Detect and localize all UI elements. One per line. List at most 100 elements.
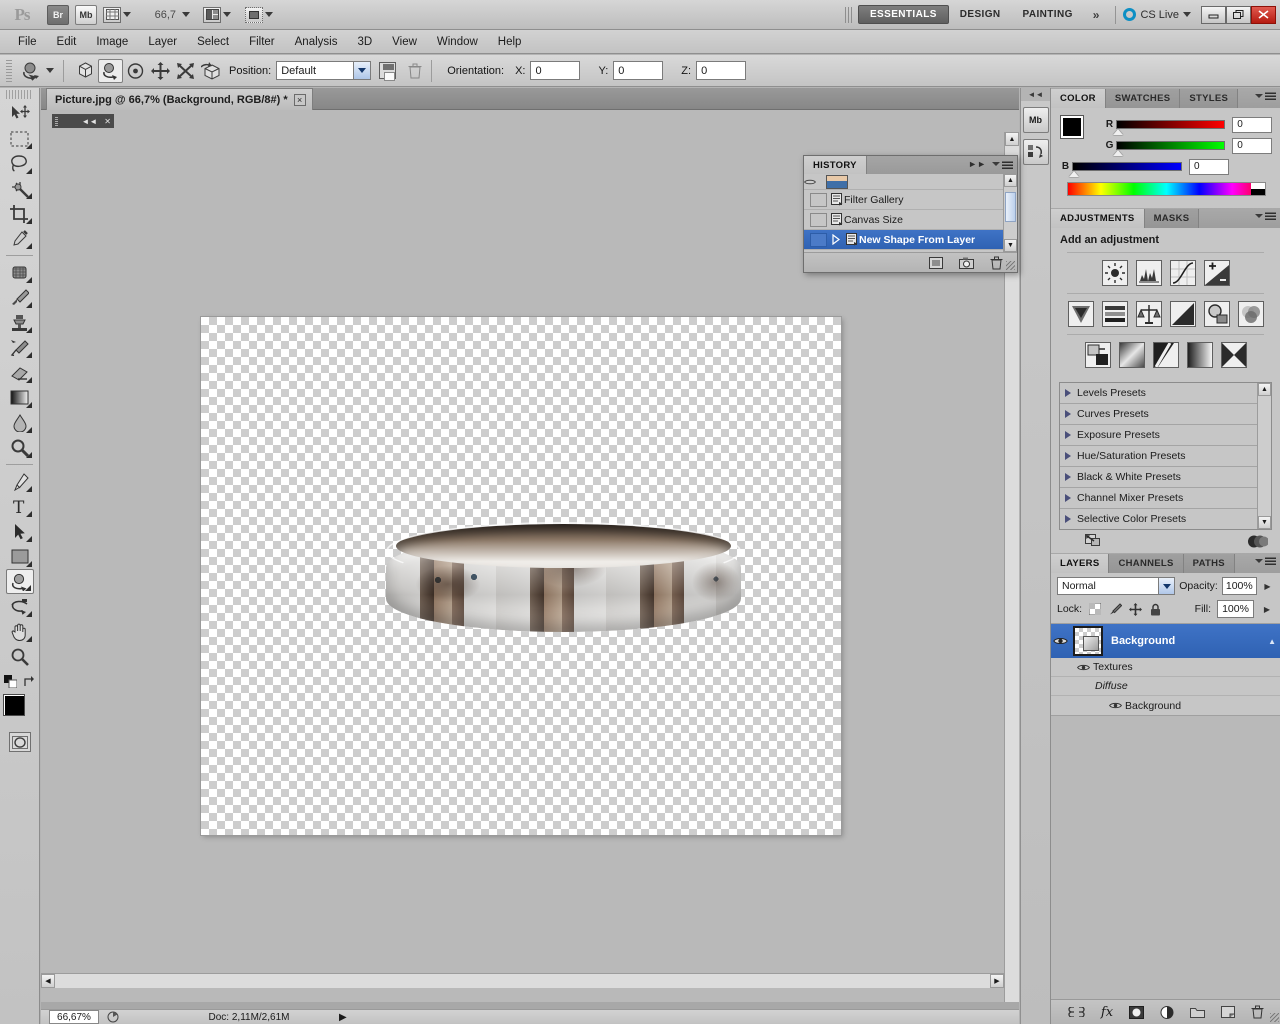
- layer-row-background[interactable]: Background ▲: [1051, 624, 1280, 658]
- toggle-layer-visibility-icon[interactable]: [1248, 535, 1268, 548]
- new-group-icon[interactable]: [1190, 1006, 1206, 1018]
- adjustment-presets-list[interactable]: Levels Presets Curves Presets Exposure P…: [1059, 382, 1272, 530]
- channel-mixer-icon[interactable]: [1237, 301, 1264, 327]
- menu-window[interactable]: Window: [427, 33, 488, 51]
- history-source-checkbox[interactable]: [810, 212, 827, 227]
- preset-selective-color[interactable]: Selective Color Presets: [1060, 509, 1257, 529]
- black-white-icon[interactable]: [1169, 301, 1196, 327]
- tools-panel-grip[interactable]: [6, 90, 33, 99]
- channel-b-thumb[interactable]: [1069, 171, 1079, 177]
- channel-r-thumb[interactable]: [1112, 129, 1123, 135]
- lock-image-pixels-icon[interactable]: [1108, 602, 1122, 616]
- history-scroll-up-icon[interactable]: ▲: [1004, 174, 1017, 187]
- menu-edit[interactable]: Edit: [47, 33, 87, 51]
- eraser-tool[interactable]: [6, 360, 34, 385]
- layers-panel-menu-button[interactable]: [1255, 556, 1276, 565]
- default-colors-icon[interactable]: [4, 675, 17, 688]
- photo-filter-icon[interactable]: [1203, 301, 1230, 327]
- 3d-widget-close-icon[interactable]: ✕: [104, 117, 111, 126]
- save-position-button[interactable]: [379, 62, 397, 81]
- snapshot-eye-icon[interactable]: [804, 178, 822, 186]
- vibrance-icon[interactable]: [1067, 301, 1094, 327]
- gradient-tool[interactable]: [6, 385, 34, 410]
- arrange-documents-button[interactable]: [202, 5, 232, 25]
- presets-scroll-up-icon[interactable]: ▲: [1258, 383, 1271, 396]
- cs-live-button[interactable]: CS Live: [1123, 8, 1191, 21]
- preset-curves[interactable]: Curves Presets: [1060, 404, 1257, 425]
- opacity-value[interactable]: 100%: [1221, 577, 1257, 595]
- canvas-horizontal-scrollbar[interactable]: ◀ ▶: [41, 973, 1004, 988]
- position-select[interactable]: Default: [276, 61, 372, 80]
- scroll-right-arrow-icon[interactable]: ▶: [990, 974, 1004, 988]
- workspace-painting[interactable]: PAINTING: [1012, 5, 1084, 24]
- exposure-icon[interactable]: [1203, 260, 1230, 286]
- 3d-widget-collapse-icon[interactable]: ◄◄: [81, 117, 97, 126]
- path-selection-tool[interactable]: [6, 519, 34, 544]
- lock-position-icon[interactable]: [1128, 602, 1142, 616]
- 3d-object-rotate-tool[interactable]: [5, 569, 34, 594]
- layer-sub-diffuse[interactable]: Diffuse: [1051, 677, 1280, 696]
- history-scroll-down-icon[interactable]: ▼: [1004, 239, 1017, 252]
- workspace-overflow-icon[interactable]: »: [1084, 8, 1109, 22]
- tab-history[interactable]: HISTORY: [804, 156, 867, 174]
- history-brush-tool[interactable]: [6, 335, 34, 360]
- new-layer-icon[interactable]: [1221, 1006, 1236, 1018]
- image-canvas[interactable]: [201, 317, 841, 835]
- history-scroll-thumb[interactable]: [1005, 192, 1016, 222]
- menu-layer[interactable]: Layer: [138, 33, 187, 51]
- color-panel-foreground-swatch[interactable]: [1060, 115, 1084, 139]
- color-panel-swatches[interactable]: [1060, 115, 1097, 150]
- presets-scroll-down-icon[interactable]: ▼: [1258, 516, 1271, 529]
- lock-all-icon[interactable]: [1148, 602, 1162, 616]
- 3d-ring-object[interactable]: [386, 522, 741, 632]
- menu-select[interactable]: Select: [187, 33, 239, 51]
- channel-g-slider[interactable]: [1112, 141, 1226, 156]
- delete-position-button[interactable]: [408, 63, 422, 79]
- menu-filter[interactable]: Filter: [239, 33, 285, 51]
- 3d-roll-button[interactable]: [98, 58, 123, 83]
- delete-state-icon[interactable]: [990, 256, 1003, 270]
- channel-b-slider[interactable]: [1069, 162, 1182, 177]
- history-state-new-shape-from-layer[interactable]: New Shape From Layer: [804, 230, 1017, 250]
- fx-icon[interactable]: fx: [1101, 1005, 1113, 1020]
- channel-g-value[interactable]: 0: [1232, 137, 1272, 154]
- history-scrollbar[interactable]: ▲ ▼: [1003, 174, 1017, 252]
- preset-exposure[interactable]: Exposure Presets: [1060, 425, 1257, 446]
- 3d-widget-grip[interactable]: [55, 116, 58, 126]
- link-icon[interactable]: [1068, 1007, 1085, 1017]
- tab-adjustments[interactable]: ADJUSTMENTS: [1051, 209, 1145, 228]
- 3d-axis-widget[interactable]: ◄◄ ✕: [52, 114, 114, 128]
- history-collapse-icon[interactable]: ►►: [968, 159, 986, 169]
- channel-g-thumb[interactable]: [1112, 150, 1123, 156]
- layer-sub-textures[interactable]: Textures: [1051, 658, 1280, 677]
- eyedropper-tool[interactable]: [6, 226, 34, 251]
- 3d-drag-button[interactable]: [123, 59, 148, 83]
- layer-thumbnail[interactable]: [1073, 626, 1103, 656]
- tab-masks[interactable]: MASKS: [1144, 209, 1200, 228]
- color-panel-menu-button[interactable]: [1255, 91, 1276, 100]
- 3d-rotate-button[interactable]: [73, 59, 98, 83]
- channel-r-value[interactable]: 0: [1232, 116, 1272, 133]
- scroll-up-arrow-icon[interactable]: ▲: [1005, 132, 1019, 146]
- color-balance-icon[interactable]: [1135, 301, 1162, 327]
- hand-tool[interactable]: [6, 619, 34, 644]
- presets-scrollbar[interactable]: ▲ ▼: [1257, 383, 1271, 529]
- lock-transparent-pixels-icon[interactable]: [1088, 602, 1102, 616]
- foreground-color-swatch[interactable]: [2, 694, 25, 716]
- tool-preset-chevron-down-icon[interactable]: [46, 68, 54, 73]
- history-panel-menu-button[interactable]: ►►: [968, 159, 1013, 169]
- menu-3d[interactable]: 3D: [347, 33, 382, 51]
- magic-wand-tool[interactable]: [6, 176, 34, 201]
- channel-b-value[interactable]: 0: [1189, 158, 1229, 175]
- quick-mask-toggle[interactable]: [8, 732, 31, 752]
- status-menu-arrow-icon[interactable]: ▶: [339, 1012, 347, 1023]
- swap-colors-icon[interactable]: [23, 675, 35, 688]
- preset-hue-saturation[interactable]: Hue/Saturation Presets: [1060, 446, 1257, 467]
- close-icon[interactable]: ×: [293, 93, 306, 106]
- 3d-scale-button[interactable]: [173, 59, 198, 83]
- layer-expand-triangle-icon[interactable]: ▲: [1268, 637, 1276, 646]
- threshold-icon[interactable]: [1152, 342, 1179, 368]
- selective-color-icon[interactable]: [1220, 342, 1247, 368]
- rectangular-marquee-tool[interactable]: [6, 126, 34, 151]
- tab-paths[interactable]: PATHS: [1183, 554, 1235, 573]
